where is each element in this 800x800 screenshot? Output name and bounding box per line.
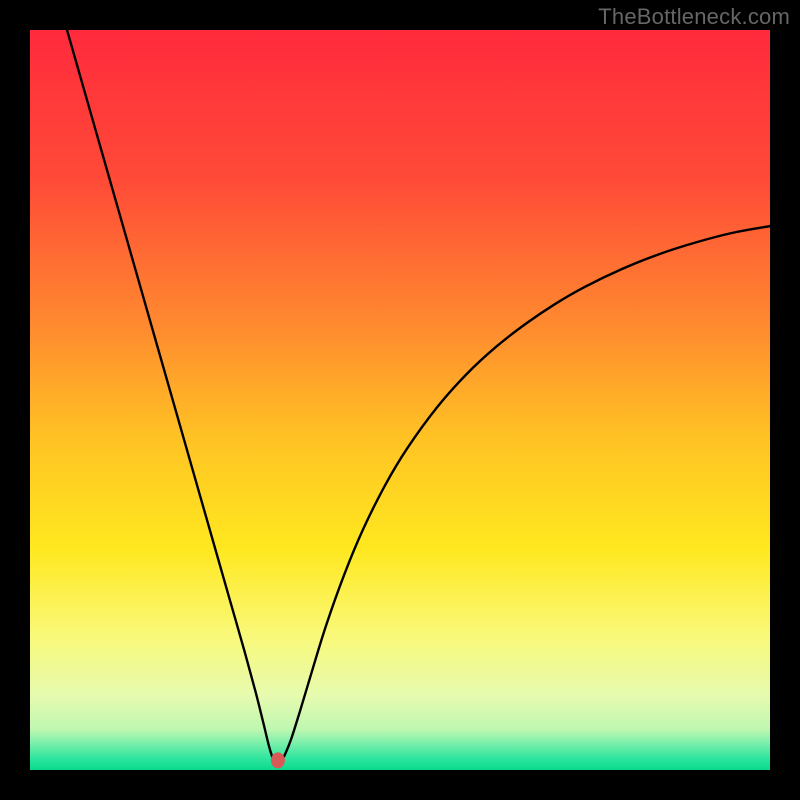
chart-svg xyxy=(30,30,770,770)
optimal-marker xyxy=(271,752,285,768)
gradient-background xyxy=(30,30,770,770)
watermark-text: TheBottleneck.com xyxy=(598,4,790,30)
chart-frame: TheBottleneck.com xyxy=(0,0,800,800)
plot-area xyxy=(30,30,770,770)
